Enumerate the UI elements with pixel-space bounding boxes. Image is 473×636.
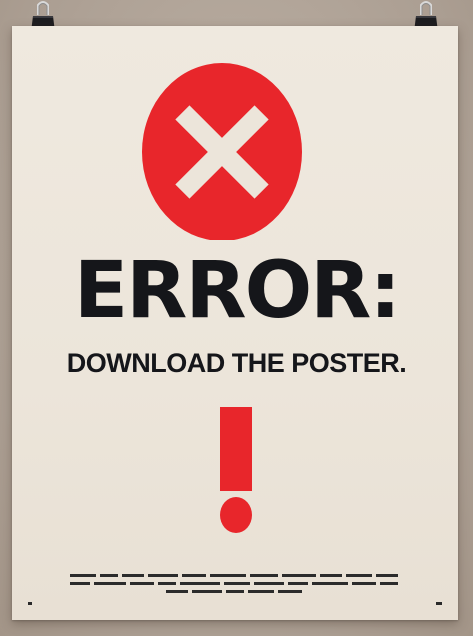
corner-mark xyxy=(436,602,442,605)
poster-subline: DOWNLOAD THE POSTER. xyxy=(66,348,407,378)
corner-mark xyxy=(28,602,32,605)
fine-print-scribble xyxy=(70,574,398,593)
x-circle-icon xyxy=(142,60,302,241)
poster-headline: ERROR: xyxy=(73,246,401,336)
exclamation-icon xyxy=(215,407,257,535)
